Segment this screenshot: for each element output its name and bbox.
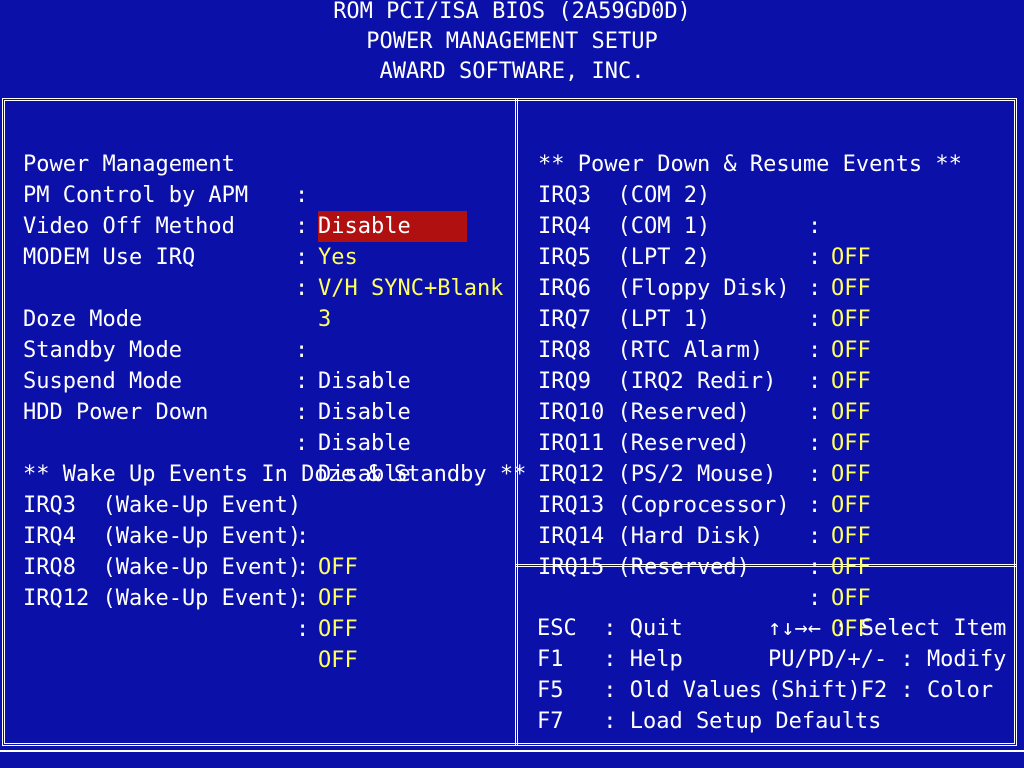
setting-video-off-method[interactable]: Video Off Method : V/H SYNC+Blank <box>23 180 503 301</box>
setting-label: MODEM Use IRQ <box>23 245 196 270</box>
irq-row-irq8[interactable]: IRQ8 (RTC Alarm) : OFF <box>538 304 871 425</box>
colon: : <box>808 524 822 549</box>
irq-value[interactable]: OFF <box>831 521 871 552</box>
vendor-name: AWARD SOFTWARE, INC. <box>379 59 645 84</box>
setting-suspend-mode[interactable]: Suspend Mode : Disable <box>23 335 411 456</box>
setup-page-title: POWER MANAGEMENT SETUP <box>366 29 658 54</box>
colon: : <box>808 462 822 487</box>
colon: : <box>808 400 822 425</box>
wake-event-irq12[interactable]: IRQ12 (Wake-Up Event) : OFF <box>23 552 358 673</box>
bios-header: ROM PCI/ISA BIOS (2A59GD0D) POWER MANAGE… <box>0 0 1024 96</box>
irq-value[interactable]: OFF <box>831 242 871 273</box>
irq-row-irq13[interactable]: IRQ13 (Coprocessor) : OFF <box>538 459 871 580</box>
setting-value[interactable]: 3 <box>318 304 331 335</box>
bios-version-title: ROM PCI/ISA BIOS (2A59GD0D) <box>333 0 691 24</box>
colon: : <box>808 276 822 301</box>
colon: : <box>808 431 822 456</box>
irq-value[interactable]: OFF <box>831 304 871 335</box>
bottom-status-bar <box>0 750 1024 768</box>
colon: : <box>295 431 309 456</box>
irq-row-irq14[interactable]: IRQ14 (Hard Disk) : OFF <box>538 490 871 611</box>
irq-value[interactable]: OFF <box>831 397 871 428</box>
wake-event-irq4[interactable]: IRQ4 (Wake-Up Event) : OFF <box>23 490 358 611</box>
irq-value[interactable]: OFF <box>831 428 871 459</box>
irq-row-irq6[interactable]: IRQ6 (Floppy Disk) : OFF <box>538 242 871 363</box>
help-f5-old-values: F5 : Old Values <box>537 644 762 703</box>
colon: : <box>295 183 309 208</box>
colon: : <box>295 214 309 239</box>
colon: : <box>808 338 822 363</box>
colon: : <box>295 245 309 270</box>
setting-value[interactable]: Yes <box>318 242 358 273</box>
irq-value[interactable]: OFF <box>831 490 871 521</box>
setting-value[interactable]: Disable <box>318 366 411 397</box>
help-f1-help: F1 : Help <box>537 613 683 672</box>
wake-event-value[interactable]: OFF <box>318 614 358 645</box>
irq-row-irq10[interactable]: IRQ10 (Reserved) : OFF <box>538 366 871 487</box>
colon: : <box>295 369 309 394</box>
colon: : <box>808 555 822 580</box>
colon: : <box>296 617 310 642</box>
setting-label: HDD Power Down <box>23 400 209 425</box>
irq-row-irq4[interactable]: IRQ4 (COM 1) : OFF <box>538 180 871 301</box>
setting-hdd-power-down[interactable]: HDD Power Down : Disable <box>23 366 411 487</box>
colon: : <box>808 307 822 332</box>
wake-events-section-title: ** Wake Up Events In Doze & Standby ** <box>23 428 526 487</box>
setting-value[interactable]: Disable <box>318 428 411 459</box>
irq-row-irq11[interactable]: IRQ11 (Reserved) : OFF <box>538 397 871 518</box>
help-text: (Shift)F2 : Color <box>768 678 994 703</box>
colon: : <box>808 245 822 270</box>
setting-value-selected[interactable]: Disable <box>318 211 467 242</box>
setting-standby-mode[interactable]: Standby Mode : Disable <box>23 304 411 425</box>
setting-modem-use-irq[interactable]: MODEM Use IRQ : 3 <box>23 211 331 332</box>
colon: : <box>808 493 822 518</box>
irq-value[interactable]: OFF <box>831 552 871 583</box>
irq-row-irq3[interactable]: IRQ3 (COM 2) : OFF <box>538 149 871 270</box>
setting-doze-mode[interactable]: Doze Mode : Disable <box>23 273 411 394</box>
help-esc-quit: ESC : Quit <box>537 582 683 641</box>
wake-event-irq3[interactable]: IRQ3 (Wake-Up Event) : OFF <box>23 459 358 580</box>
help-text: F7 : Load Setup Defaults <box>537 709 882 734</box>
colon: : <box>295 400 309 425</box>
irq-row-irq9[interactable]: IRQ9 (IRQ2 Redir) : OFF <box>538 335 871 456</box>
help-modify: PU/PD/+/- : Modify <box>768 613 1006 672</box>
colon: : <box>295 338 309 363</box>
wake-event-irq8[interactable]: IRQ8 (Wake-Up Event) : OFF <box>23 521 358 642</box>
setting-value[interactable]: V/H SYNC+Blank <box>318 273 503 304</box>
irq-label: IRQ15 (Reserved) <box>538 555 750 580</box>
help-f7-load-defaults: F7 : Load Setup Defaults <box>537 675 881 734</box>
setting-value[interactable]: Disable <box>318 397 411 428</box>
irq-value[interactable]: OFF <box>831 366 871 397</box>
wake-event-value[interactable]: OFF <box>318 645 358 676</box>
wake-event-label: IRQ12 (Wake-Up Event) <box>23 586 302 611</box>
irq-value[interactable]: OFF <box>831 335 871 366</box>
colon: : <box>808 369 822 394</box>
irq-row-irq5[interactable]: IRQ5 (LPT 2) : OFF <box>538 211 871 332</box>
irq-row-irq15[interactable]: IRQ15 (Reserved) : OFF <box>538 521 871 642</box>
irq-row-irq7[interactable]: IRQ7 (LPT 1) : OFF <box>538 273 871 394</box>
resume-events-section-title: ** Power Down & Resume Events ** <box>538 118 962 177</box>
irq-value[interactable]: OFF <box>831 459 871 490</box>
column-divider <box>515 98 518 746</box>
colon: : <box>808 214 822 239</box>
help-select-item: ↑↓→← : Select Item <box>768 582 1006 641</box>
help-color: (Shift)F2 : Color <box>768 644 993 703</box>
setting-power-management[interactable]: Power Management : Disable <box>23 118 467 242</box>
colon: : <box>295 276 309 301</box>
bios-screen: ROM PCI/ISA BIOS (2A59GD0D) POWER MANAGE… <box>0 0 1024 768</box>
wake-event-value[interactable]: OFF <box>318 552 358 583</box>
setting-pm-control-by-apm[interactable]: PM Control by APM : Yes <box>23 149 358 270</box>
irq-row-irq12[interactable]: IRQ12 (PS/2 Mouse) : OFF <box>538 428 871 549</box>
wake-event-value[interactable]: OFF <box>318 583 358 614</box>
irq-value[interactable]: OFF <box>831 273 871 304</box>
